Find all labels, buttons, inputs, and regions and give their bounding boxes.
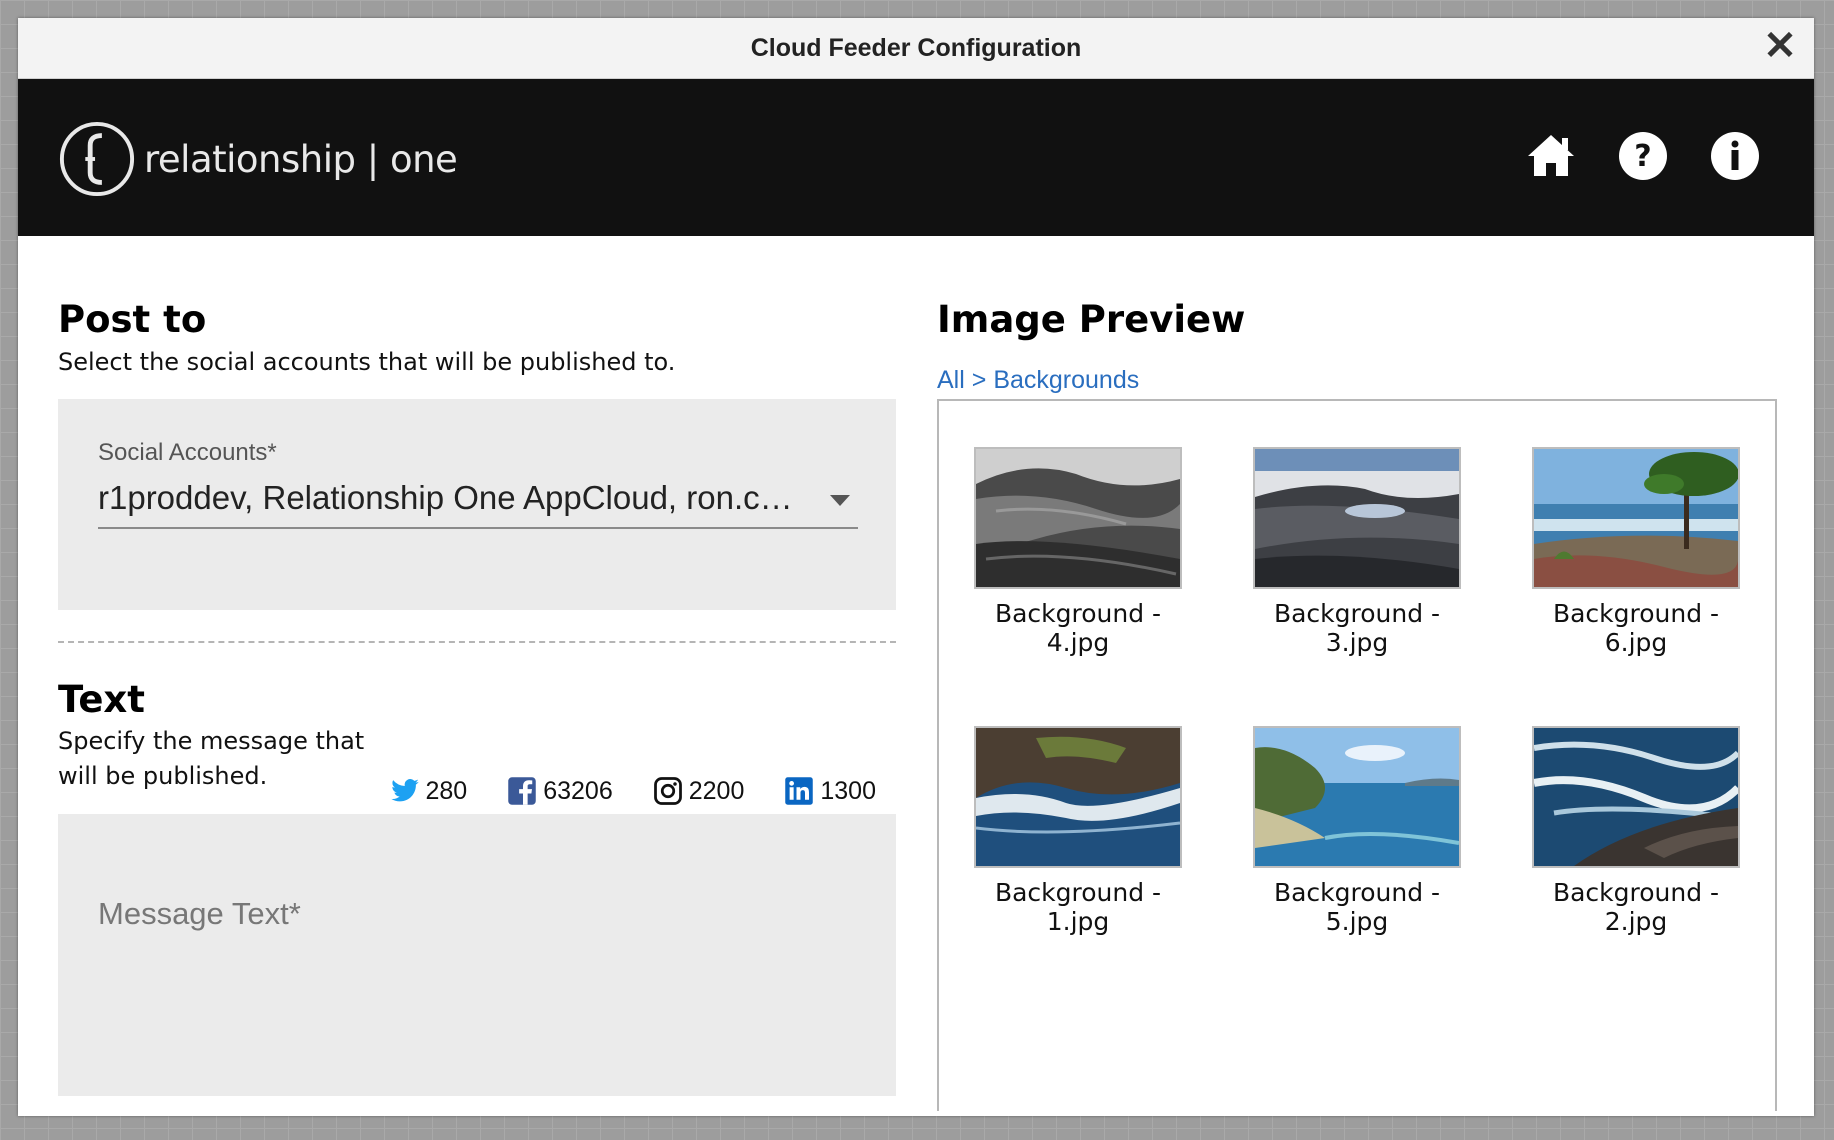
brand-bar: relationship | one ?	[18, 79, 1814, 236]
breadcrumb-separator: >	[971, 366, 987, 394]
dialog-title: Cloud Feeder Configuration	[18, 18, 1814, 79]
twitter-limit: 280	[390, 776, 468, 806]
breadcrumb-all[interactable]: All	[937, 366, 965, 394]
image-preview-heading: Image Preview	[937, 298, 1246, 341]
info-icon[interactable]	[1708, 129, 1762, 183]
thumbnail-caption: Background - 2.jpg	[1552, 878, 1720, 936]
image-thumbnail[interactable]: Background - 3.jpg	[1252, 447, 1462, 657]
home-icon[interactable]	[1524, 129, 1578, 183]
thumbnail-caption: Background - 5.jpg	[1273, 878, 1441, 936]
linkedin-limit-value: 1300	[820, 776, 876, 805]
image-thumbnail[interactable]: Background - 2.jpg	[1531, 726, 1741, 936]
facebook-limit: 63206	[507, 776, 613, 806]
thumbnail-image	[1532, 726, 1740, 868]
image-thumbnail[interactable]: Background - 4.jpg	[973, 447, 1183, 657]
thumbnail-caption: Background - 4.jpg	[994, 599, 1162, 657]
instagram-limit-value: 2200	[688, 776, 745, 805]
breadcrumb-backgrounds[interactable]: Backgrounds	[993, 366, 1139, 394]
config-dialog: Cloud Feeder Configuration ✕ relationshi…	[18, 18, 1814, 1116]
twitter-limit-value: 280	[425, 776, 468, 805]
brand-logo: relationship | one	[58, 119, 458, 199]
chevron-down-icon[interactable]	[830, 495, 850, 506]
section-divider	[58, 641, 896, 643]
text-description: Specify the message that will be publish…	[58, 727, 365, 790]
thumbnail-image	[1532, 447, 1740, 589]
facebook-limit-value: 63206	[543, 776, 613, 805]
logo-mark-icon	[59, 121, 135, 197]
image-thumbnail[interactable]: Background - 5.jpg	[1252, 726, 1462, 936]
post-to-description: Select the social accounts that will be …	[58, 348, 676, 376]
svg-text:?: ?	[1634, 139, 1651, 174]
thumbnail-image	[1253, 447, 1461, 589]
thumbnail-image	[974, 447, 1182, 589]
close-icon[interactable]: ✕	[1760, 24, 1800, 68]
breadcrumb: All > Backgrounds	[937, 366, 1139, 395]
text-heading: Text	[58, 678, 145, 721]
instagram-icon	[653, 777, 682, 805]
thumbnail-image	[974, 726, 1182, 868]
instagram-limit: 2200	[653, 776, 745, 806]
message-text-input[interactable]: Message Text*	[58, 814, 896, 1096]
character-limits: 280 63206 2200 1300	[390, 776, 876, 806]
social-accounts-label: Social Accounts*	[98, 439, 277, 466]
image-thumbnail[interactable]: Background - 1.jpg	[973, 726, 1183, 936]
thumbnail-caption: Background - 6.jpg	[1552, 599, 1720, 657]
facebook-icon	[508, 777, 536, 805]
linkedin-limit: 1300	[784, 776, 876, 806]
social-accounts-select[interactable]: r1proddev, Relationship One AppCloud, ro…	[98, 479, 858, 529]
thumbnail-caption: Background - 1.jpg	[994, 878, 1162, 936]
brand-name: relationship | one	[144, 137, 458, 181]
message-placeholder: Message Text*	[98, 896, 301, 931]
social-accounts-section: Social Accounts* r1proddev, Relationship…	[58, 399, 896, 610]
image-gallery: Background - 4.jpg Background - 3.jpg Ba…	[937, 399, 1777, 1111]
thumbnail-image	[1253, 726, 1461, 868]
thumbnail-caption: Background - 3.jpg	[1273, 599, 1441, 657]
help-icon[interactable]: ?	[1616, 129, 1670, 183]
social-accounts-value: r1proddev, Relationship One AppCloud, ro…	[98, 479, 798, 516]
image-thumbnail[interactable]: Background - 6.jpg	[1531, 447, 1741, 657]
post-to-heading: Post to	[58, 298, 207, 341]
linkedin-icon	[785, 777, 814, 805]
twitter-icon	[390, 779, 419, 802]
